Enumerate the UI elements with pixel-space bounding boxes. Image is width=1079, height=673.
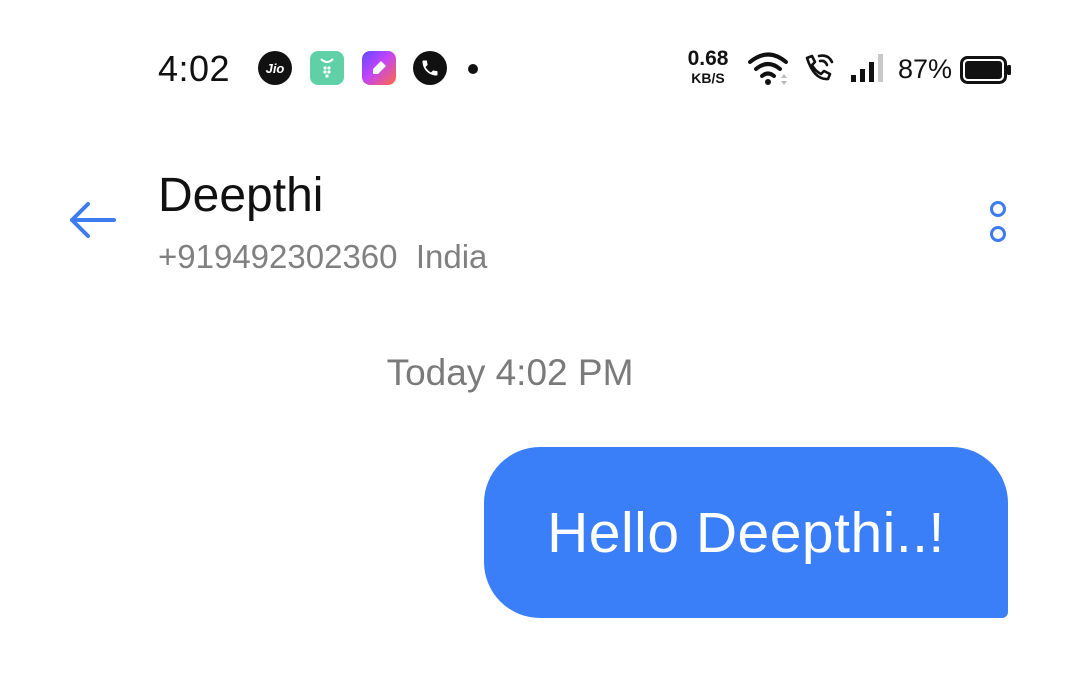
more-options-icon [990,225,1006,242]
jio-icon-text: Jio [265,60,285,76]
network-speed-value: 0.68 [687,47,729,70]
signal-strength-icon [851,54,883,82]
outgoing-message-bubble[interactable]: Hello Deepthi..! [484,447,1008,618]
arrow-left-icon [70,202,116,238]
contact-name: Deepthi [158,169,324,222]
wifi-icon [748,52,788,85]
network-speed-unit: KB/S [691,70,725,86]
messaging-screen: 4:02 Jio 0.68 KB/S 87% Deepthi +91949230… [0,0,1079,673]
back-button[interactable] [62,196,122,244]
wifi-calling-icon [805,54,834,81]
more-options-icon [990,200,1006,217]
battery-icon [960,56,1011,84]
app-green-icon [310,51,344,85]
app-gradient-icon [362,51,396,85]
message-text: Hello Deepthi..! [547,500,945,565]
status-time: 4:02 [158,48,231,89]
message-timestamp: Today 4:02 PM [386,352,634,393]
contact-number: +919492302360 India [158,238,488,275]
battery-percentage: 87% [898,54,953,84]
phone-icon [413,51,447,85]
more-notifications-dot [468,64,478,74]
network-speed: 0.68 KB/S [680,48,736,85]
jio-icon: Jio [258,51,292,85]
more-options-button[interactable] [980,196,1016,246]
